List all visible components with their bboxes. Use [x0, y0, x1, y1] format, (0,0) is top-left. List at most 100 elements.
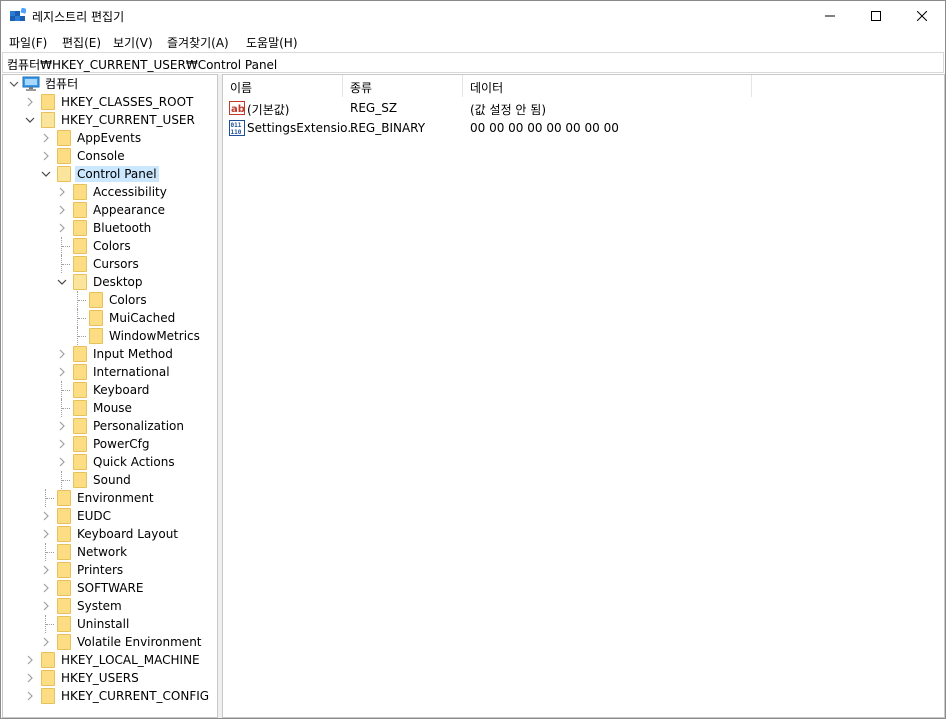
tree-item[interactable]: Keyboard: [3, 381, 217, 399]
tree-item-label[interactable]: Cursors: [91, 256, 141, 272]
menu-file[interactable]: 파일(F): [9, 34, 47, 51]
chevron-right-icon[interactable]: [41, 601, 51, 611]
tree-item-label[interactable]: Environment: [75, 490, 156, 506]
tree-item-label[interactable]: Bluetooth: [91, 220, 153, 236]
tree-item[interactable]: Accessibility: [3, 183, 217, 201]
menu-view[interactable]: 보기(V): [113, 34, 153, 51]
tree-item[interactable]: HKEY_CURRENT_CONFIG: [3, 687, 217, 705]
tree-item[interactable]: Sound: [3, 471, 217, 489]
tree-item[interactable]: AppEvents: [3, 129, 217, 147]
tree-item-label[interactable]: Keyboard: [91, 382, 151, 398]
close-button[interactable]: [899, 1, 945, 31]
tree-item[interactable]: SOFTWARE: [3, 579, 217, 597]
chevron-right-icon[interactable]: [41, 511, 51, 521]
tree-item[interactable]: Network: [3, 543, 217, 561]
chevron-right-icon[interactable]: [57, 205, 67, 215]
tree-item-label[interactable]: Console: [75, 148, 127, 164]
chevron-right-icon[interactable]: [41, 583, 51, 593]
tree-item[interactable]: HKEY_CURRENT_USER: [3, 111, 217, 129]
title-bar[interactable]: 레지스트리 편집기: [1, 1, 945, 31]
value-row[interactable]: 011 110 SettingsExtensio... REG_BINARY 0…: [223, 118, 923, 138]
column-header-name[interactable]: 이름: [223, 75, 343, 97]
tree-item-label[interactable]: HKEY_CURRENT_CONFIG: [59, 688, 211, 704]
column-header-type[interactable]: 종류: [343, 75, 463, 97]
value-list-pane[interactable]: 이름 종류 데이터 ab (기본값) REG_SZ (값 설정 안 됨) 011…: [222, 74, 945, 718]
chevron-down-icon[interactable]: [41, 169, 51, 179]
tree-item-label[interactable]: Desktop: [91, 274, 145, 290]
tree-item-label[interactable]: Control Panel: [75, 166, 159, 182]
chevron-right-icon[interactable]: [57, 439, 67, 449]
tree-item-label[interactable]: Quick Actions: [91, 454, 177, 470]
tree-item[interactable]: Bluetooth: [3, 219, 217, 237]
key-tree-pane[interactable]: 컴퓨터 HKEY_CLASSES_ROOT HKEY_CURRENT_USER Ap…: [2, 74, 218, 718]
tree-item-label[interactable]: EUDC: [75, 508, 113, 524]
tree-item-label[interactable]: Network: [75, 544, 129, 560]
tree-item-label[interactable]: Keyboard Layout: [75, 526, 180, 542]
menu-help[interactable]: 도움말(H): [246, 34, 298, 51]
tree-item[interactable]: HKEY_CLASSES_ROOT: [3, 93, 217, 111]
tree-item-label[interactable]: MuiCached: [107, 310, 177, 326]
tree-item-label[interactable]: Accessibility: [91, 184, 169, 200]
tree-item[interactable]: PowerCfg: [3, 435, 217, 453]
tree-item-label[interactable]: Mouse: [91, 400, 134, 416]
tree-item-label[interactable]: WindowMetrics: [107, 328, 202, 344]
tree-item-label[interactable]: HKEY_LOCAL_MACHINE: [59, 652, 202, 668]
tree-item[interactable]: Uninstall: [3, 615, 217, 633]
tree-item[interactable]: Appearance: [3, 201, 217, 219]
tree-item[interactable]: Volatile Environment: [3, 633, 217, 651]
tree-item-label[interactable]: AppEvents: [75, 130, 143, 146]
tree-item[interactable]: Printers: [3, 561, 217, 579]
tree-item-label[interactable]: International: [91, 364, 172, 380]
tree-item[interactable]: Colors: [3, 237, 217, 255]
tree-item[interactable]: EUDC: [3, 507, 217, 525]
tree-item[interactable]: WindowMetrics: [3, 327, 217, 345]
tree-item[interactable]: Quick Actions: [3, 453, 217, 471]
chevron-right-icon[interactable]: [41, 565, 51, 575]
chevron-down-icon[interactable]: [57, 277, 67, 287]
column-header-data[interactable]: 데이터: [463, 75, 752, 97]
tree-item[interactable]: Input Method: [3, 345, 217, 363]
minimize-button[interactable]: [807, 1, 853, 31]
tree-item[interactable]: HKEY_USERS: [3, 669, 217, 687]
address-path[interactable]: 컴퓨터₩HKEY_CURRENT_USER₩Control Panel: [7, 56, 277, 73]
tree-item[interactable]: MuiCached: [3, 309, 217, 327]
tree-item[interactable]: Control Panel: [3, 165, 217, 183]
tree-item[interactable]: Keyboard Layout: [3, 525, 217, 543]
chevron-right-icon[interactable]: [57, 349, 67, 359]
chevron-right-icon[interactable]: [41, 133, 51, 143]
tree-item[interactable]: Console: [3, 147, 217, 165]
chevron-right-icon[interactable]: [25, 655, 35, 665]
tree-item-label[interactable]: PowerCfg: [91, 436, 152, 452]
tree-root-computer[interactable]: 컴퓨터: [3, 75, 217, 93]
chevron-right-icon[interactable]: [41, 637, 51, 647]
tree-root-label[interactable]: 컴퓨터: [43, 76, 80, 92]
tree-item-label[interactable]: SOFTWARE: [75, 580, 145, 596]
tree-item[interactable]: Colors: [3, 291, 217, 309]
tree-item-label[interactable]: HKEY_CLASSES_ROOT: [59, 94, 195, 110]
tree-item-label[interactable]: Colors: [91, 238, 133, 254]
chevron-right-icon[interactable]: [57, 457, 67, 467]
tree-item-label[interactable]: System: [75, 598, 124, 614]
chevron-right-icon[interactable]: [25, 97, 35, 107]
tree-item[interactable]: Environment: [3, 489, 217, 507]
menu-favorites[interactable]: 즐겨찾기(A): [167, 34, 229, 51]
tree-item-label[interactable]: Printers: [75, 562, 125, 578]
chevron-down-icon[interactable]: [9, 79, 19, 89]
chevron-right-icon[interactable]: [41, 529, 51, 539]
tree-item[interactable]: Mouse: [3, 399, 217, 417]
chevron-right-icon[interactable]: [57, 223, 67, 233]
tree-item-label[interactable]: HKEY_USERS: [59, 670, 141, 686]
tree-item-label[interactable]: Colors: [107, 292, 149, 308]
tree-item-label[interactable]: Appearance: [91, 202, 167, 218]
chevron-right-icon[interactable]: [57, 367, 67, 377]
tree-item-label[interactable]: Input Method: [91, 346, 175, 362]
chevron-right-icon[interactable]: [57, 187, 67, 197]
tree-item-label[interactable]: Sound: [91, 472, 133, 488]
tree-item[interactable]: Desktop: [3, 273, 217, 291]
tree-item[interactable]: International: [3, 363, 217, 381]
chevron-right-icon[interactable]: [57, 421, 67, 431]
tree-item[interactable]: Cursors: [3, 255, 217, 273]
tree-item-label[interactable]: Volatile Environment: [75, 634, 204, 650]
chevron-right-icon[interactable]: [41, 151, 51, 161]
menu-edit[interactable]: 편집(E): [62, 34, 101, 51]
